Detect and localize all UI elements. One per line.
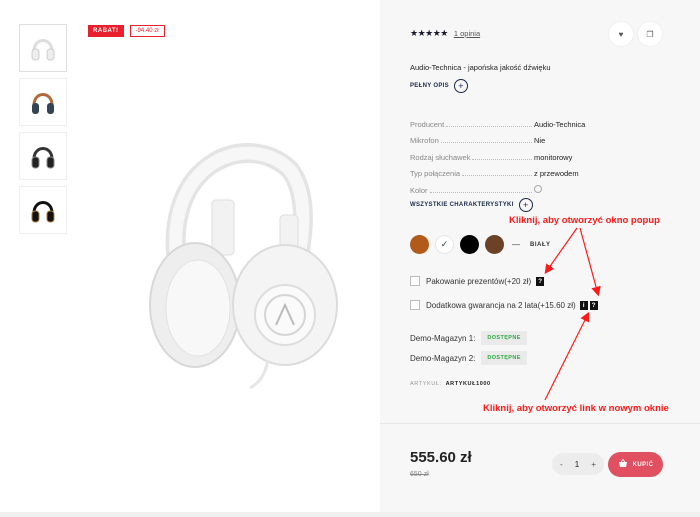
thumbnail-list — [19, 24, 67, 240]
addon-gift-wrap: Pakowanie prezentów(+20 zł) ? — [410, 276, 545, 286]
spec-label: Kolor — [410, 185, 428, 195]
dotted-leader — [472, 158, 532, 160]
stock-label: Demo-Magazyn 1: — [410, 333, 476, 343]
thumbnail-headphones-brown[interactable] — [19, 78, 67, 126]
qty-plus-button[interactable]: + — [591, 460, 596, 469]
spec-label: Producent — [410, 119, 445, 129]
product-image[interactable] — [100, 120, 360, 390]
stock-label: Demo-Magazyn 2: — [410, 353, 476, 363]
annotation-popup: Kliknij, aby otworzyć okno popup — [509, 215, 660, 226]
thumbnail-headphones-white[interactable] — [19, 24, 67, 72]
old-price: 650 zł — [410, 471, 429, 478]
article-label: ARTYKUŁ: — [410, 381, 442, 387]
spec-label: Mikrofon — [410, 136, 439, 145]
rating-stars: ★★★★★ — [410, 28, 448, 38]
buy-button[interactable]: KUPIĆ — [608, 452, 663, 477]
copy-icon: ❐ — [646, 29, 654, 39]
plus-icon[interactable]: + — [518, 198, 533, 212]
buy-label: KUPIĆ — [632, 461, 654, 468]
spec-value: z przewodem — [534, 169, 579, 178]
stock-row: Demo-Magazyn 2: DOSTĘPNE — [410, 351, 527, 365]
swatch-brown-orange[interactable] — [410, 235, 429, 254]
stock-status-badge: DOSTĘPNE — [481, 331, 527, 345]
stock-status-badge: DOSTĘPNE — [481, 351, 527, 365]
spec-row: Kolor — [410, 178, 630, 195]
question-icon[interactable]: ? — [589, 300, 598, 310]
question-icon[interactable]: ? — [536, 276, 545, 286]
rating: ★★★★★ 1 opinia — [410, 28, 480, 39]
addon-label: Pakowanie prezentów(+20 zł) — [426, 276, 532, 286]
product-subtitle: Audio-Technica - japońska jakość dźwięku — [410, 63, 551, 72]
color-dash: — — [512, 240, 520, 249]
dotted-leader — [446, 125, 532, 127]
price-divider — [380, 423, 700, 424]
plus-icon[interactable]: + — [453, 79, 468, 93]
spec-value: Audio-Technica — [534, 119, 586, 129]
warranty-checkbox[interactable] — [410, 300, 420, 310]
swatch-black[interactable] — [460, 235, 479, 254]
discount-badges: RABAT! -94.40 zł — [88, 25, 165, 37]
spec-value-color — [534, 184, 630, 195]
spec-row: Mikrofon Nie — [410, 129, 630, 145]
price: 555.60 zł — [410, 449, 472, 466]
qty-minus-button[interactable]: - — [560, 460, 563, 469]
swatch-white[interactable]: ✓ — [435, 235, 454, 254]
addon-warranty: Dodatkowa gwarancja na 2 lata(+15.60 zł)… — [410, 300, 598, 310]
specs-table: Producent Audio-Technica Mikrofon Nie Ro… — [410, 112, 630, 195]
color-dot-icon — [534, 184, 542, 193]
quantity-stepper: - 1 + — [552, 453, 604, 475]
compare-button[interactable]: ❐ — [638, 22, 662, 46]
swatch-brown[interactable] — [485, 235, 504, 254]
spec-row: Rodzaj słuchawek monitorowy — [410, 145, 630, 162]
heart-icon: ♥ — [618, 29, 624, 39]
all-specs-toggle[interactable]: WSZYSTKIE CHARAKTERYSTYKI + — [410, 198, 533, 212]
bottom-strip — [0, 512, 700, 517]
discount-amount-badge: -94.40 zł — [129, 25, 165, 37]
check-icon: ✓ — [440, 239, 449, 249]
selected-color-name: BIAŁY — [530, 241, 551, 248]
dotted-leader — [440, 142, 532, 143]
info-icon[interactable]: i — [579, 300, 588, 310]
spec-label: Rodzaj słuchawek — [410, 152, 471, 162]
spec-value: monitorowy — [534, 152, 573, 162]
reviews-link[interactable]: 1 opinia — [454, 29, 480, 38]
spec-row: Typ połączenia z przewodem — [410, 162, 630, 178]
thumbnail-headphones-dark[interactable] — [19, 132, 67, 180]
headphones-dark-icon — [31, 147, 55, 169]
addon-label: Dodatkowa gwarancja na 2 lata(+15.60 zł) — [426, 300, 576, 310]
spec-label: Typ połączenia — [410, 169, 461, 178]
headphones-brown-icon — [32, 93, 54, 114]
color-swatches: ✓ — BIAŁY — [410, 235, 551, 254]
dotted-leader — [429, 191, 532, 193]
stock-row: Demo-Magazyn 1: DOSTĘPNE — [410, 331, 527, 345]
all-specs-label: WSZYSTKIE CHARAKTERYSTYKI — [410, 202, 514, 208]
article-number: ARTYKUŁ: ARTYKUŁ1000 — [410, 381, 491, 387]
basket-icon — [618, 458, 628, 470]
spec-row: Producent Audio-Technica — [410, 112, 630, 129]
headphones-white-icon — [31, 39, 55, 61]
full-description-label: PEŁNY OPIS — [410, 83, 449, 89]
dotted-leader — [462, 175, 532, 176]
product-details-panel: ★★★★★ 1 opinia ♥ ❐ Audio-Technica - japo… — [380, 0, 700, 517]
wishlist-button[interactable]: ♥ — [609, 22, 633, 46]
annotation-link: Kliknij, aby otworzyć link w nowym oknie — [483, 403, 669, 414]
article-value: ARTYKUŁ1000 — [445, 381, 491, 387]
headphones-black-icon — [31, 201, 55, 223]
thumbnail-headphones-black[interactable] — [19, 186, 67, 234]
spec-value: Nie — [534, 136, 546, 145]
full-description-toggle[interactable]: PEŁNY OPIS + — [410, 79, 468, 93]
discount-badge: RABAT! — [88, 25, 124, 37]
gift-wrap-checkbox[interactable] — [410, 276, 420, 286]
qty-value[interactable]: 1 — [575, 460, 579, 469]
